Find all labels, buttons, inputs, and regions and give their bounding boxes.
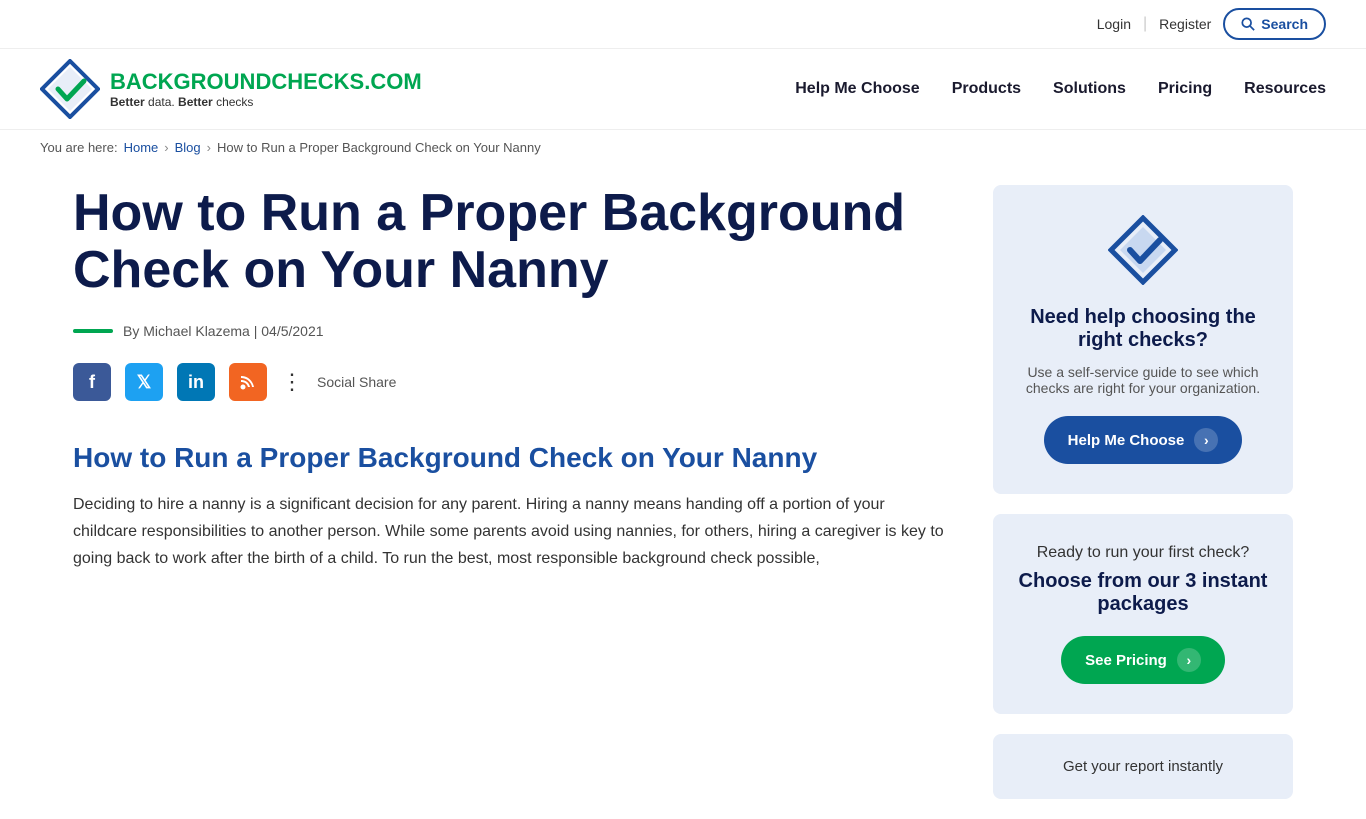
twitter-share-button[interactable]: 𝕏 (125, 363, 163, 401)
brand-name: BACKGROUNDCHECKS.COM (110, 69, 422, 95)
author-bar (73, 329, 113, 333)
article-subtitle: How to Run a Proper Background Check on … (73, 441, 953, 475)
brand-text: BACKGROUNDCHECKS.COM Better data. Better… (110, 69, 422, 109)
logo-link[interactable]: BACKGROUNDCHECKS.COM Better data. Better… (40, 59, 422, 119)
help-me-choose-button[interactable]: Help Me Choose › (1044, 416, 1243, 464)
header-top-bar: Login | Register Search (0, 0, 1366, 49)
author-text: By Michael Klazema | 04/5/2021 (123, 323, 324, 339)
pricing-arrow-icon: › (1177, 648, 1201, 672)
facebook-share-button[interactable]: f (73, 363, 111, 401)
instant-text: Get your report instantly (1017, 758, 1269, 775)
breadcrumb: You are here: Home › Blog › How to Run a… (0, 130, 1366, 165)
sidebar-instant-card: Get your report instantly (993, 734, 1293, 799)
sidebar-help-card: Need help choosing the right checks? Use… (993, 185, 1293, 494)
sidebar-pricing-card: Ready to run your first check? Choose fr… (993, 514, 1293, 714)
tagline: Better data. Better checks (110, 95, 422, 109)
breadcrumb-current: How to Run a Proper Background Check on … (217, 140, 541, 155)
nav-resources[interactable]: Resources (1244, 80, 1326, 98)
article-title: How to Run a Proper Background Check on … (73, 185, 953, 299)
nav-products[interactable]: Products (952, 80, 1021, 98)
search-icon (1241, 17, 1255, 31)
nav-help-me-choose[interactable]: Help Me Choose (795, 80, 919, 98)
social-share-label: Social Share (317, 374, 396, 390)
help-card-description: Use a self-service guide to see which ch… (1017, 364, 1269, 396)
article-area: How to Run a Proper Background Check on … (73, 185, 953, 799)
rss-share-button[interactable] (229, 363, 267, 401)
sidebar: Need help choosing the right checks? Use… (993, 185, 1293, 799)
sidebar-logo-icon (1108, 215, 1178, 285)
header-main: BACKGROUNDCHECKS.COM Better data. Better… (0, 49, 1366, 130)
pricing-ready-text: Ready to run your first check? (1017, 544, 1269, 562)
social-share-bar: f 𝕏 in ⋮ Social Share (73, 363, 953, 401)
see-pricing-button[interactable]: See Pricing › (1061, 636, 1225, 684)
login-link[interactable]: Login (1097, 16, 1131, 32)
logo-icon (40, 59, 100, 119)
nav-solutions[interactable]: Solutions (1053, 80, 1126, 98)
breadcrumb-home[interactable]: Home (124, 140, 159, 155)
article-body: Deciding to hire a nanny is a significan… (73, 491, 953, 573)
author-line: By Michael Klazema | 04/5/2021 (73, 323, 953, 339)
help-me-arrow-icon: › (1194, 428, 1218, 452)
breadcrumb-sep-1: › (164, 140, 168, 155)
you-are-here-label: You are here: (40, 140, 118, 155)
main-layout: How to Run a Proper Background Check on … (33, 165, 1333, 819)
main-nav: Help Me Choose Products Solutions Pricin… (795, 80, 1326, 98)
social-more-button[interactable]: ⋮ (281, 369, 303, 395)
search-button[interactable]: Search (1223, 8, 1326, 40)
nav-pricing[interactable]: Pricing (1158, 80, 1212, 98)
register-link[interactable]: Register (1159, 16, 1211, 32)
breadcrumb-sep-2: › (207, 140, 211, 155)
pricing-card-title: Choose from our 3 instant packages (1017, 570, 1269, 616)
help-card-title: Need help choosing the right checks? (1017, 306, 1269, 352)
linkedin-share-button[interactable]: in (177, 363, 215, 401)
breadcrumb-blog[interactable]: Blog (175, 140, 201, 155)
header-divider: | (1143, 15, 1147, 33)
